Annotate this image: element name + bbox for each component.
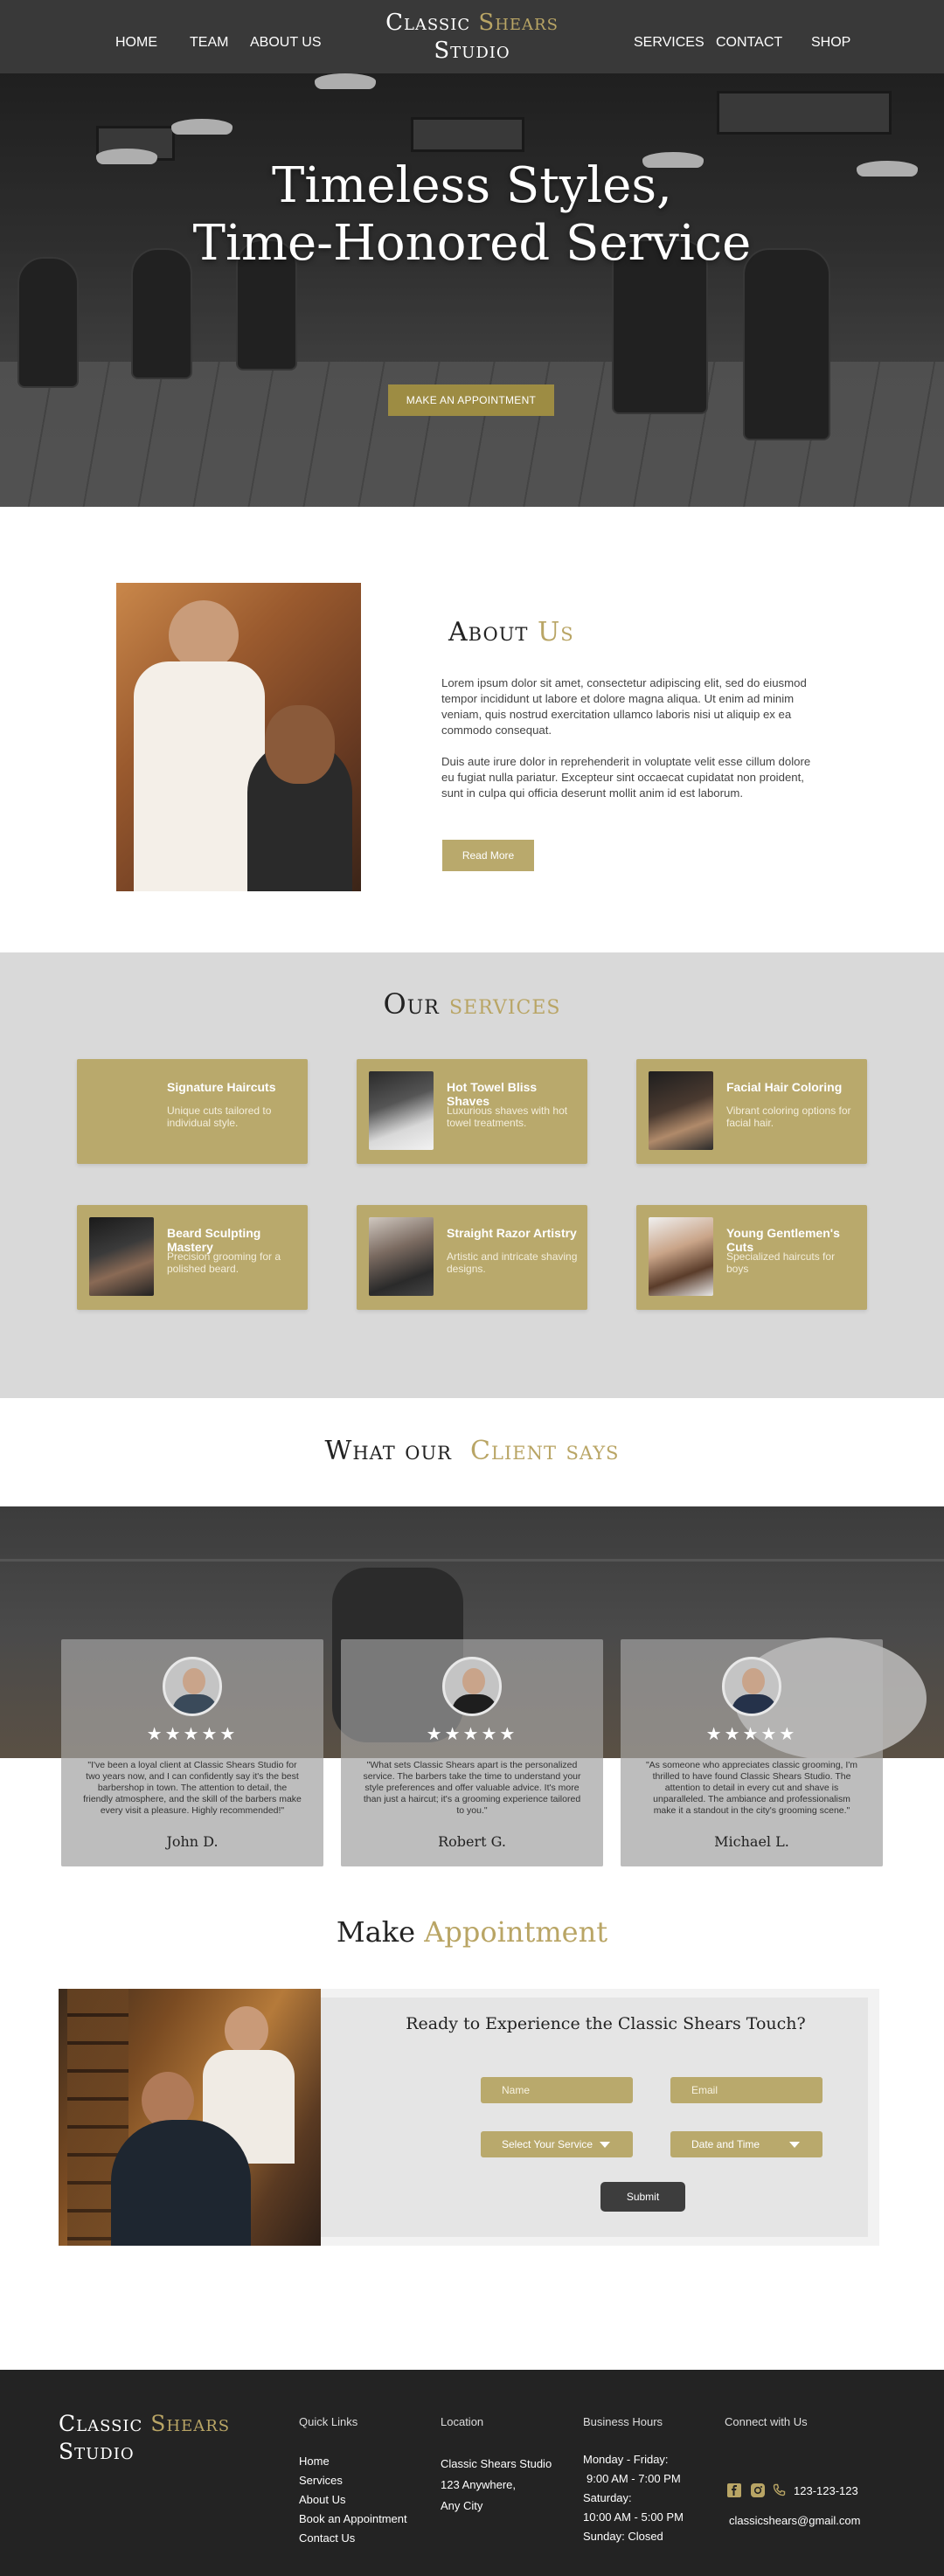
about-paragraph-1: Lorem ipsum dolor sit amet, consectetur … [441,676,807,737]
appointment-heading: Ready to Experience the Classic Shears T… [406,2014,806,2033]
quick-links-heading: Quick Links [299,2415,358,2428]
service-select[interactable]: Select Your Service [481,2131,633,2157]
client-name: Michael L. [714,1833,789,1850]
business-hours-heading: Business Hours [583,2415,663,2428]
service-card[interactable]: Hot Towel Bliss Shaves Luxurious shaves … [357,1059,587,1164]
barber-with-client-photo [59,1989,321,2246]
service-desc: Precision grooming for a polished beard. [167,1250,281,1275]
straight-razor-image [369,1217,434,1296]
brand-word-shears: Shears [478,10,559,36]
quick-links-list: Home Services About Us Book an Appointme… [299,2452,407,2548]
young-gentlemen-cut-image [649,1217,713,1296]
hero-banner [0,73,944,507]
date-time-select[interactable]: Date and Time [670,2131,823,2157]
hero-title: Timeless Styles, Time-Honored Service [0,157,944,273]
about-title: About Us [448,617,574,647]
appointment-title: Make Appointment [336,1915,608,1949]
client-name: John D. [166,1833,219,1850]
nav-shop[interactable]: SHOP [811,35,850,51]
testimonial-card: ★★★★★ "What sets Classic Shears apart is… [341,1639,603,1866]
name-input[interactable] [481,2077,633,2103]
hot-towel-shave-image [369,1071,434,1150]
nav-contact[interactable]: CONTACT [716,35,782,51]
footer-link-contact-us[interactable]: Contact Us [299,2529,407,2548]
nav-services[interactable]: SERVICES [634,35,705,51]
email-input[interactable] [670,2077,823,2103]
chevron-down-icon [789,2142,800,2148]
five-star-rating: ★★★★★ [146,1725,239,1744]
about-paragraph-2: Duis aute irure dolor in reprehenderit i… [441,755,811,800]
facebook-icon[interactable] [727,2483,741,2497]
location-heading: Location [441,2415,484,2428]
service-card[interactable]: Facial Hair Coloring Vibrant coloring op… [636,1059,867,1164]
instagram-icon[interactable] [751,2483,765,2497]
service-desc: Unique cuts tailored to individual style… [167,1104,272,1129]
testimonial-quote: "As someone who appreciates classic groo… [645,1760,858,1816]
services-title: Our services [383,987,561,1021]
phone-icon [773,2483,786,2496]
service-desc: Luxurious shaves with hot towel treatmen… [447,1104,568,1129]
client-avatar [722,1657,781,1716]
make-appointment-button[interactable]: MAKE AN APPOINTMENT [388,384,554,416]
footer-phone[interactable]: 123-123-123 [794,2484,858,2497]
hero-title-line-1: Timeless Styles, [272,157,672,214]
barber-cutting-hair-photo [116,583,361,891]
service-card[interactable]: Beard Sculpting Mastery Precision groomi… [77,1205,308,1310]
testimonial-card: ★★★★★ "As someone who appreciates classi… [621,1639,883,1866]
brand-word-studio: Studio [434,38,510,64]
hero-title-line-2: Time-Honored Service [192,215,752,272]
footer-link-home[interactable]: Home [299,2452,407,2471]
clients-title: What our Client says [324,1436,620,1466]
footer-email[interactable]: classicshears@gmail.com [729,2514,860,2527]
footer-link-about-us[interactable]: About Us [299,2490,407,2510]
client-avatar [442,1657,502,1716]
testimonial-quote: "What sets Classic Shears apart is the p… [363,1760,581,1816]
business-hours-list: Monday - Friday: 9:00 AM - 7:00 PM Satur… [583,2453,684,2543]
footer-link-book-appointment[interactable]: Book an Appointment [299,2510,407,2529]
service-desc: Specialized haircuts for boys [726,1250,836,1275]
testimonial-quote: "I've been a loyal client at Classic She… [83,1760,302,1816]
brand-word-classic: Classic [385,10,471,36]
top-navigation: HOME TEAM ABOUT US Classic Shears Studio… [0,0,944,73]
service-title: Facial Hair Coloring [726,1080,843,1094]
service-title: Signature Haircuts [167,1080,276,1094]
footer: Classic Shears Studio Quick Links Home S… [0,2370,944,2576]
connect-heading: Connect with Us [725,2415,808,2428]
service-desc: Artistic and intricate shaving designs. [447,1250,578,1275]
beard-sculpting-image [89,1217,154,1296]
service-card[interactable]: Young Gentlemen's Cuts Specialized hairc… [636,1205,867,1310]
footer-brand: Classic Shears Studio [59,2411,231,2464]
brand-logo[interactable]: Classic Shears Studio [0,9,944,65]
five-star-rating: ★★★★★ [705,1725,798,1744]
client-avatar [163,1657,222,1716]
chevron-down-icon [600,2142,610,2148]
footer-link-services[interactable]: Services [299,2471,407,2490]
read-more-button[interactable]: Read More [442,840,534,871]
testimonial-card: ★★★★★ "I've been a loyal client at Class… [61,1639,323,1866]
service-card[interactable]: Straight Razor Artistry Artistic and int… [357,1205,587,1310]
appointment-form [321,1998,868,2237]
facial-hair-coloring-image [649,1071,713,1150]
location-list: Classic Shears Studio 123 Anywhere, Any … [441,2457,552,2512]
service-title: Straight Razor Artistry [447,1226,577,1240]
service-card[interactable]: Signature Haircuts Unique cuts tailored … [77,1059,308,1164]
client-name: Robert G. [438,1833,506,1850]
service-desc: Vibrant coloring options for facial hair… [726,1104,851,1129]
services-section: Our services Signature Haircuts Unique c… [0,952,944,1398]
submit-button[interactable]: Submit [600,2182,685,2212]
five-star-rating: ★★★★★ [426,1725,518,1744]
